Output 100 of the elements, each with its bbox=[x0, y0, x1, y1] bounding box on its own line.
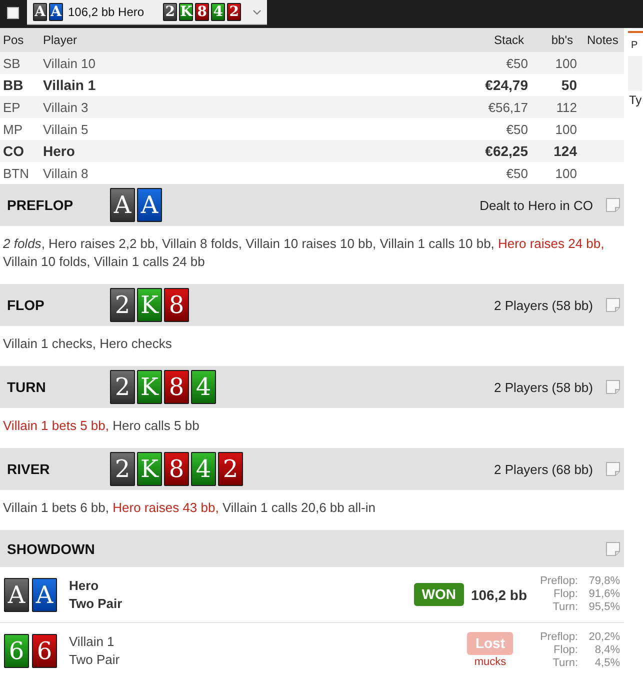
playing-card: 6 bbox=[4, 634, 29, 668]
street-title: PREFLOP bbox=[7, 197, 74, 213]
street-title: RIVER bbox=[7, 461, 51, 477]
equity-label: Turn: bbox=[552, 601, 578, 614]
playing-card: 2 bbox=[110, 370, 135, 404]
playing-card: K bbox=[179, 3, 194, 21]
note-icon[interactable] bbox=[606, 198, 620, 212]
action-text: Villain 1 bets 6 bb, Hero raises 43 bb, Villain 1 calls 20,6 bb all-in bbox=[2, 499, 376, 517]
hand-selector-dropdown[interactable]: A A 106,2 bb Hero 2 K 8 4 2 bbox=[27, 0, 267, 25]
playing-card: 4 bbox=[211, 3, 226, 21]
table-cell-text: 100 bbox=[554, 166, 577, 180]
table-cell-text: BB bbox=[3, 77, 24, 93]
muck-label: mucks bbox=[474, 656, 506, 669]
table-cell-text: 50 bbox=[560, 77, 577, 93]
hand-label: 106,2 bb Hero bbox=[68, 5, 144, 19]
playing-card: 8 bbox=[164, 452, 189, 486]
table-cell-text: €24,79 bbox=[484, 77, 528, 93]
table-cell-text: Hero bbox=[43, 143, 76, 159]
column-header[interactable]: bb's bbox=[528, 33, 577, 47]
note-icon[interactable] bbox=[606, 298, 620, 312]
column-header[interactable]: Player bbox=[43, 33, 448, 47]
table-cell-text: €62,25 bbox=[484, 143, 528, 159]
player-name: Hero bbox=[69, 576, 100, 594]
playing-card: 8 bbox=[164, 370, 189, 404]
street-title: TURN bbox=[7, 379, 47, 395]
street-title: SHOWDOWN bbox=[7, 540, 96, 556]
table-cell-text: Villain 5 bbox=[43, 122, 90, 136]
equity-value: 95,5% bbox=[588, 601, 620, 614]
table-cell-text: EP bbox=[3, 100, 22, 114]
table-row[interactable]: EP Villain 3 €56,17 112 bbox=[0, 96, 624, 118]
result-badge: Lost bbox=[467, 632, 513, 655]
equity-value: 4,5% bbox=[594, 657, 620, 670]
playing-card: A bbox=[49, 3, 63, 21]
playing-card: 4 bbox=[191, 452, 216, 486]
table-cell-text: €50 bbox=[505, 56, 528, 70]
table-cell-text: Villain 8 bbox=[43, 166, 90, 180]
equity-label: Flop: bbox=[552, 588, 578, 601]
playing-card: K bbox=[137, 288, 162, 322]
equity-label: Preflop: bbox=[539, 575, 578, 588]
table-cell-text: Villain 3 bbox=[43, 100, 90, 114]
playing-card: 4 bbox=[191, 370, 216, 404]
table-row[interactable]: SB Villain 10 €50 100 bbox=[0, 52, 624, 74]
win-amount: 106,2 bb bbox=[470, 586, 527, 602]
street-info: Dealt to Hero in CO bbox=[480, 198, 593, 212]
table-cell-text: €56,17 bbox=[487, 100, 528, 114]
table-cell-text: MP bbox=[3, 122, 24, 136]
equity-label: Turn: bbox=[552, 657, 578, 670]
note-icon[interactable] bbox=[606, 380, 620, 394]
street-info: 2 Players (58 bb) bbox=[494, 380, 593, 394]
playing-card: A bbox=[137, 188, 162, 222]
table-cell-text: €50 bbox=[505, 166, 528, 180]
player-name: Villain 1 bbox=[69, 632, 116, 650]
playing-card: 6 bbox=[32, 634, 57, 668]
playing-card: 2 bbox=[227, 3, 242, 21]
column-header[interactable]: Notes bbox=[577, 33, 624, 47]
playing-card: 2 bbox=[218, 452, 243, 486]
playing-card: A bbox=[32, 578, 57, 612]
playing-card: A bbox=[4, 578, 29, 612]
table-cell-text: €50 bbox=[505, 122, 528, 136]
table-cell-text: BTN bbox=[3, 166, 30, 180]
table-cell-text: Villain 10 bbox=[43, 56, 97, 70]
table-cell-text: 100 bbox=[554, 122, 577, 136]
table-cell-text: 112 bbox=[555, 100, 577, 114]
table-cell-text: 100 bbox=[554, 56, 577, 70]
equity-value: 8,4% bbox=[594, 644, 620, 657]
equity-value: 20,2% bbox=[588, 631, 620, 644]
playing-card: 2 bbox=[163, 3, 178, 21]
street-info: 2 Players (58 bb) bbox=[494, 298, 593, 312]
checkbox[interactable] bbox=[7, 7, 19, 19]
action-text: 2 folds, Hero raises 2,2 bb, Villain 8 folds, Villain 10 raises 10 bb, Villain 1 calls 10 bb, Hero raises 24 bb, Villain 10 folds, Villain 1 calls 24 bb bbox=[2, 235, 606, 271]
playing-card: A bbox=[33, 3, 47, 21]
playing-card: K bbox=[137, 370, 162, 404]
panel-label: Ty bbox=[629, 93, 642, 107]
hand-rank: Two Pair bbox=[69, 594, 122, 612]
playing-card: 2 bbox=[110, 452, 135, 486]
note-icon[interactable] bbox=[606, 542, 620, 556]
playing-card: 8 bbox=[195, 3, 210, 21]
equity-value: 79,8% bbox=[588, 575, 620, 588]
playing-card: 8 bbox=[164, 288, 189, 322]
action-text: Villain 1 bets 5 bb, Hero calls 5 bb bbox=[2, 417, 200, 435]
caret-icon[interactable] bbox=[253, 10, 261, 14]
result-badge: WON bbox=[414, 583, 464, 606]
equity-value: 91,6% bbox=[588, 588, 620, 601]
table-cell-text: 124 bbox=[552, 143, 577, 159]
playing-card: K bbox=[137, 452, 162, 486]
column-header[interactable]: Stack bbox=[448, 33, 528, 47]
street-info: 2 Players (68 bb) bbox=[494, 462, 593, 476]
note-icon[interactable] bbox=[606, 462, 620, 476]
equity-label: Preflop: bbox=[539, 631, 578, 644]
table-cell-text: CO bbox=[3, 143, 25, 159]
table-cell-text: SB bbox=[3, 56, 22, 70]
playing-card: 2 bbox=[110, 288, 135, 322]
action-text: Villain 1 checks, Hero checks bbox=[2, 335, 173, 353]
hand-rank: Two Pair bbox=[69, 650, 120, 668]
table-cell-text: Villain 1 bbox=[43, 77, 97, 93]
column-header[interactable]: Pos bbox=[3, 33, 43, 47]
playing-card: A bbox=[110, 188, 135, 222]
street-title: FLOP bbox=[7, 297, 46, 313]
table-row[interactable]: CO Hero €62,25 124 bbox=[0, 140, 624, 162]
equity-label: Flop: bbox=[552, 644, 578, 657]
